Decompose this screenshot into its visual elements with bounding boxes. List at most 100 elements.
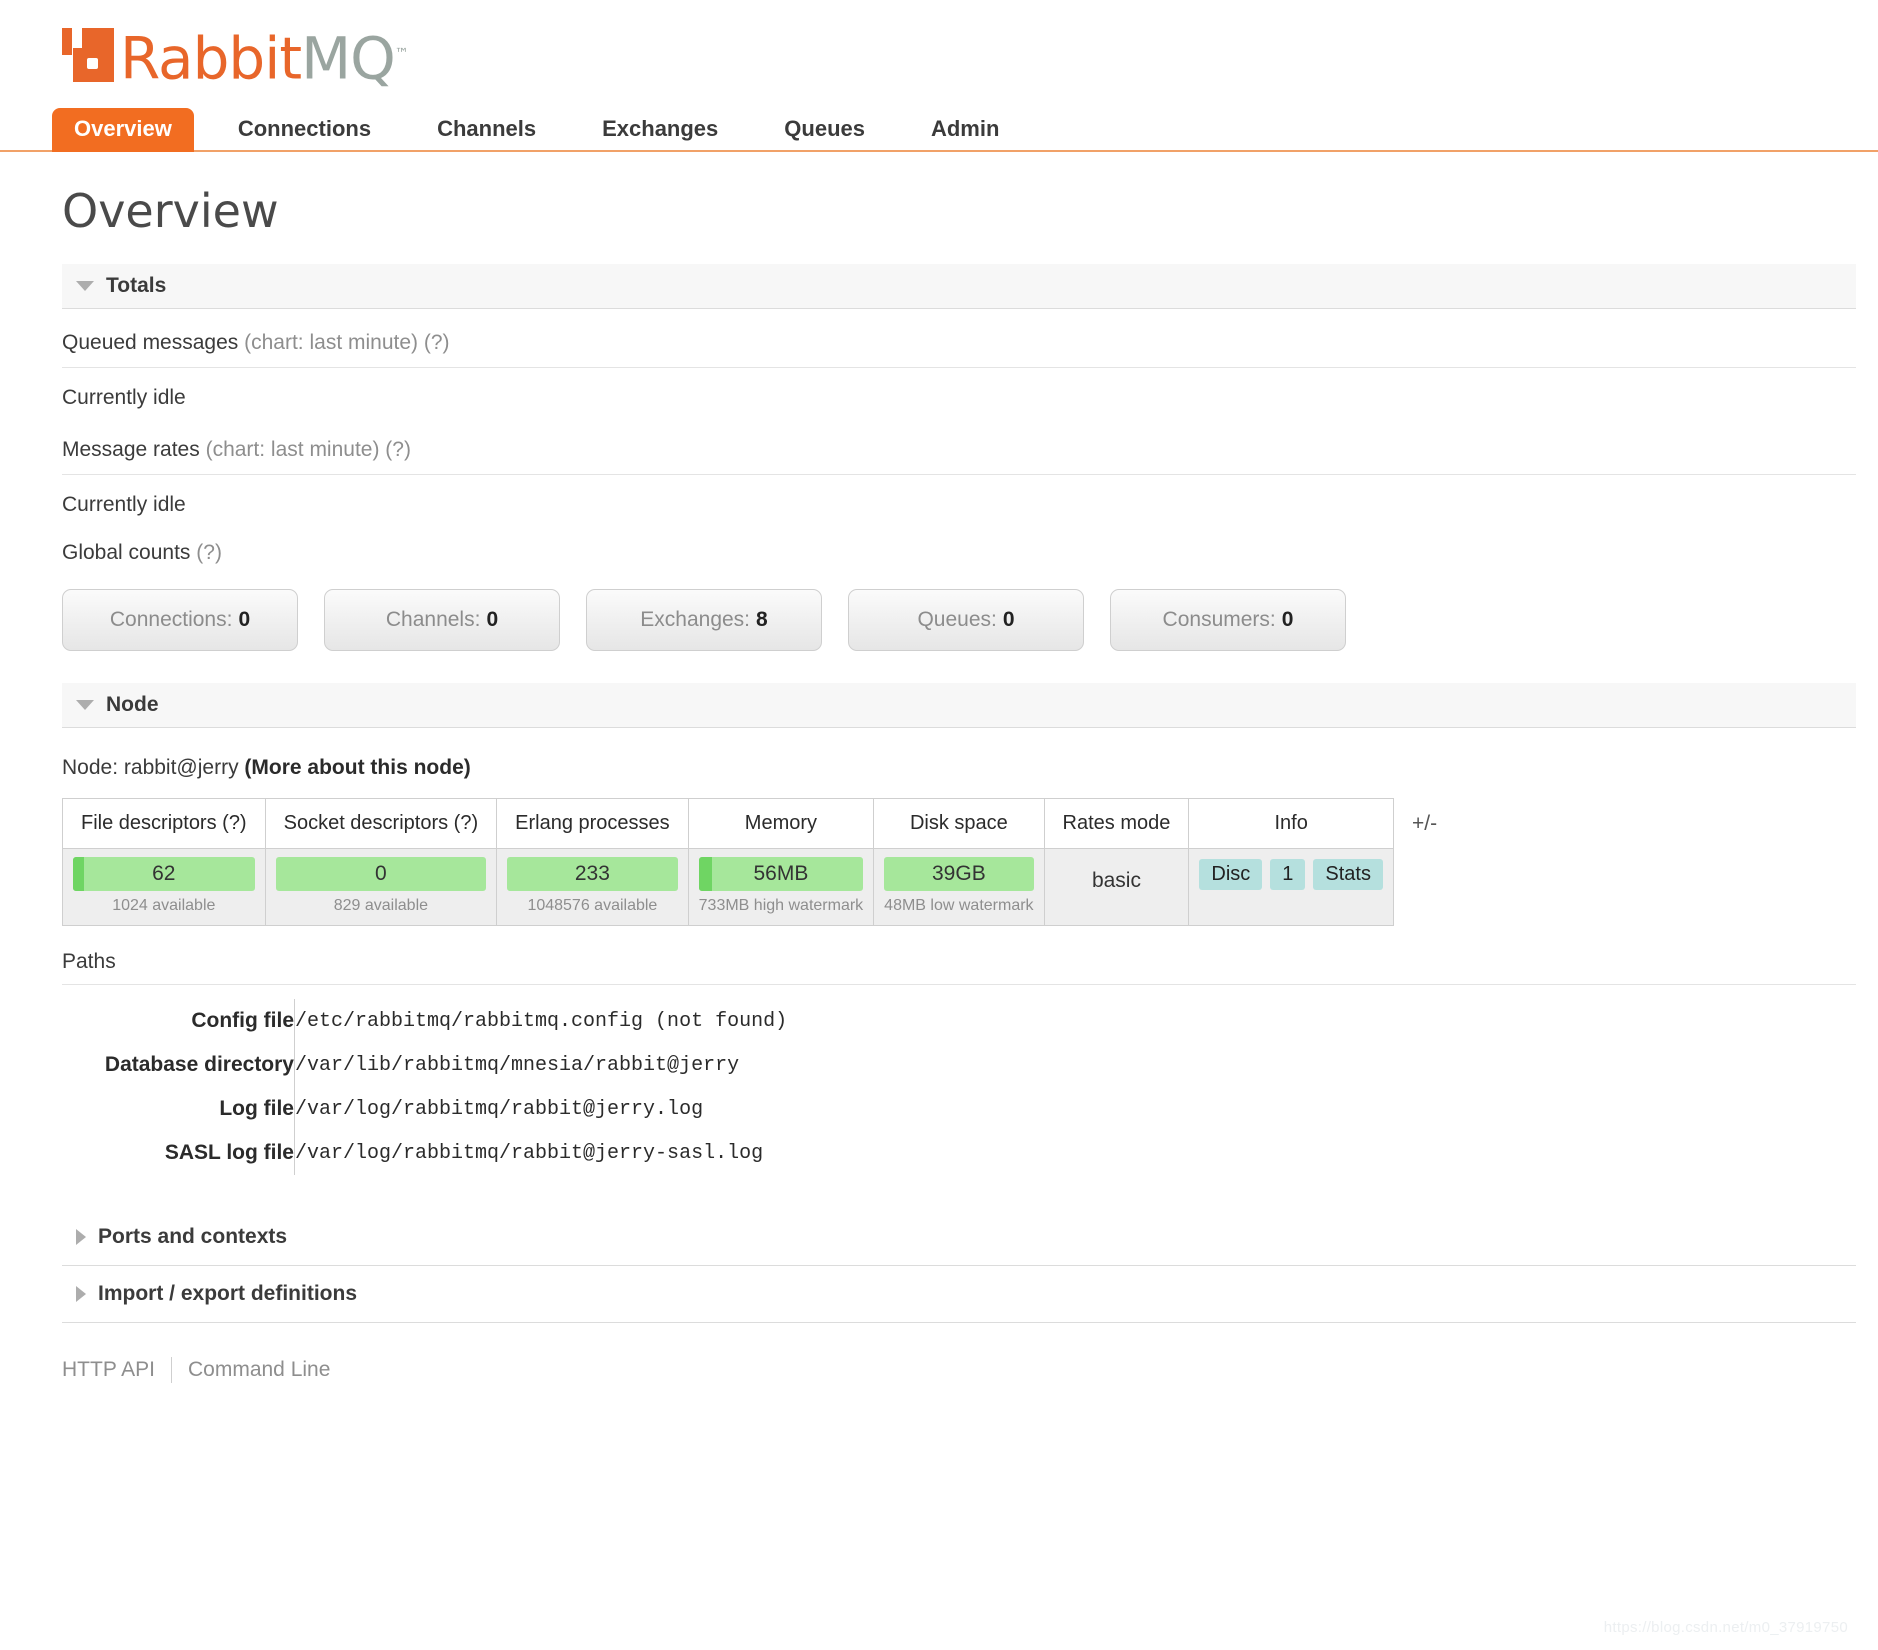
count-pill-channels-label: Channels: xyxy=(385,608,481,631)
info-badges: Disc 1 Stats xyxy=(1199,857,1383,890)
gauge-value: 62 xyxy=(152,862,176,885)
rabbitmq-logo[interactable]: RabbitMQ™ xyxy=(62,26,1878,88)
gauge-value: 56MB xyxy=(753,862,809,885)
gauge-erlang-processes: 233 xyxy=(507,857,678,891)
tab-admin[interactable]: Admin xyxy=(909,108,1021,152)
rabbitmq-logo-icon xyxy=(62,28,114,82)
gauge-sublabel: 829 available xyxy=(333,897,429,914)
paths-value-sasl-log-file: /var/log/rabbitmq/rabbit@jerry-sasl.log xyxy=(294,1131,788,1175)
node-name-line: Node: rabbit@jerry (More about this node… xyxy=(62,728,1856,798)
count-pill-consumers-value: 0 xyxy=(1281,608,1294,631)
section-title-node: Node xyxy=(106,693,159,716)
cell-rates-mode: basic xyxy=(1043,848,1190,926)
section-header-import-export-definitions[interactable]: Import / export definitions xyxy=(62,1266,1856,1323)
gauge-fill xyxy=(698,857,712,891)
badge-stats[interactable]: Stats xyxy=(1313,859,1383,890)
chevron-down-icon xyxy=(76,281,94,291)
footer-divider xyxy=(170,1357,172,1383)
count-pill-consumers[interactable]: Consumers: 0 xyxy=(1110,589,1346,651)
count-pill-exchanges-label: Exchanges: xyxy=(640,608,751,631)
col-rates-mode: Rates mode xyxy=(1043,798,1190,849)
badge-count[interactable]: 1 xyxy=(1270,859,1306,890)
tab-exchanges[interactable]: Exchanges xyxy=(580,108,740,152)
column-toggle-button[interactable]: +/- xyxy=(1412,812,1437,836)
section-title-import-export-definitions: Import / export definitions xyxy=(98,1282,358,1305)
brand-wordmark: RabbitMQ™ xyxy=(120,26,409,87)
gauge-sublabel: 1048576 available xyxy=(527,897,658,914)
brand-header: RabbitMQ™ xyxy=(0,0,1878,87)
paths-row-log-file: Log file /var/log/rabbitmq/rabbit@jerry.… xyxy=(62,1087,788,1131)
cell-file-descriptors: 62 1024 available xyxy=(62,848,266,926)
tab-overview[interactable]: Overview xyxy=(52,108,194,152)
cell-info: Disc 1 Stats xyxy=(1188,848,1394,926)
count-pill-connections-value: 0 xyxy=(238,608,251,631)
col-erlang-processes: Erlang processes xyxy=(496,798,689,849)
badge-disc[interactable]: Disc xyxy=(1199,859,1263,890)
queued-messages-status: Currently idle xyxy=(62,386,186,409)
gauge-sublabel: 733MB high watermark xyxy=(698,897,864,914)
section-header-ports-and-contexts[interactable]: Ports and contexts xyxy=(62,1209,1856,1266)
message-rates-row: Message rates (chart: last minute) (?) xyxy=(62,416,1856,475)
cell-disk-space: 39GB 48MB low watermark xyxy=(873,848,1045,926)
cell-erlang-processes: 233 1048576 available xyxy=(496,848,689,926)
paths-table: Config file /etc/rabbitmq/rabbitmq.confi… xyxy=(62,999,788,1175)
paths-key-sasl-log-file: SASL log file xyxy=(164,1141,294,1164)
chevron-right-icon xyxy=(76,1229,86,1245)
gauge-value: 0 xyxy=(375,862,387,885)
col-memory: Memory xyxy=(687,798,875,849)
count-pill-queues[interactable]: Queues: 0 xyxy=(848,589,1084,651)
trademark-symbol: ™ xyxy=(394,46,409,62)
page-footer: HTTP API Command Line xyxy=(62,1357,1856,1383)
global-counts-help-icon[interactable]: (?) xyxy=(196,541,222,564)
global-counts-label: Global counts xyxy=(62,541,191,564)
cell-socket-descriptors: 0 829 available xyxy=(264,848,498,926)
node-name-value: rabbit@jerry xyxy=(123,756,239,779)
queued-messages-chart-note[interactable]: (chart: last minute) (?) xyxy=(244,331,449,354)
section-title-totals: Totals xyxy=(106,274,167,297)
queued-messages-row: Queued messages (chart: last minute) (?) xyxy=(62,309,1856,368)
tab-channels[interactable]: Channels xyxy=(415,108,558,152)
section-header-totals[interactable]: Totals xyxy=(62,264,1856,309)
node-prefix-label: Node: xyxy=(62,756,119,779)
footer-link-http-api[interactable]: HTTP API xyxy=(62,1358,155,1382)
gauge-value: 39GB xyxy=(932,862,986,885)
count-pill-queues-label: Queues: xyxy=(917,608,997,631)
tab-queues[interactable]: Queues xyxy=(762,108,887,152)
gauge-memory: 56MB xyxy=(698,857,864,891)
count-pill-consumers-label: Consumers: xyxy=(1162,608,1276,631)
paths-row-sasl-log-file: SASL log file /var/log/rabbitmq/rabbit@j… xyxy=(62,1131,788,1175)
chevron-down-icon xyxy=(76,700,94,710)
gauge-value: 233 xyxy=(574,862,610,885)
count-pill-connections[interactable]: Connections: 0 xyxy=(62,589,298,651)
cell-memory: 56MB 733MB high watermark xyxy=(687,848,875,926)
paths-value-config-file: /etc/rabbitmq/rabbitmq.config (not found… xyxy=(294,999,788,1043)
gauge-sublabel: 1024 available xyxy=(112,897,216,914)
count-pill-channels[interactable]: Channels: 0 xyxy=(324,589,560,651)
paths-key-log-file: Log file xyxy=(219,1097,294,1120)
more-about-node-link[interactable]: (More about this node) xyxy=(244,756,470,779)
count-pill-queues-value: 0 xyxy=(1002,608,1015,631)
brand-name-mq: MQ xyxy=(301,24,396,93)
nav-list: Overview Connections Channels Exchanges … xyxy=(52,106,1878,152)
footer-link-command-line[interactable]: Command Line xyxy=(188,1358,330,1382)
global-counts-pills: Connections: 0 Channels: 0 Exchanges: 8 Que… xyxy=(62,589,1856,651)
message-rates-status: Currently idle xyxy=(62,493,186,516)
paths-value-log-file: /var/log/rabbitmq/rabbit@jerry.log xyxy=(294,1087,788,1131)
count-pill-exchanges[interactable]: Exchanges: 8 xyxy=(586,589,822,651)
section-title-ports-and-contexts: Ports and contexts xyxy=(98,1225,288,1248)
paths-value-database-directory: /var/lib/rabbitmq/mnesia/rabbit@jerry xyxy=(294,1043,788,1087)
gauge-file-descriptors: 62 xyxy=(73,857,255,891)
node-stats-header-row: File descriptors (?) Socket descriptors … xyxy=(62,798,1394,849)
paths-key-database-directory: Database directory xyxy=(104,1053,294,1076)
tab-connections[interactable]: Connections xyxy=(216,108,393,152)
message-rates-chart-note[interactable]: (chart: last minute) (?) xyxy=(206,438,411,461)
col-file-descriptors: File descriptors (?) xyxy=(62,798,266,849)
gauge-sublabel: 48MB low watermark xyxy=(884,897,1034,914)
gauge-fill xyxy=(73,857,84,891)
chevron-right-icon xyxy=(76,1286,86,1302)
count-pill-channels-value: 0 xyxy=(486,608,499,631)
node-stats-table: File descriptors (?) Socket descriptors … xyxy=(62,798,1394,926)
paths-row-database-directory: Database directory /var/lib/rabbitmq/mne… xyxy=(62,1043,788,1087)
col-info: Info xyxy=(1188,798,1394,849)
section-header-node[interactable]: Node xyxy=(62,683,1856,728)
